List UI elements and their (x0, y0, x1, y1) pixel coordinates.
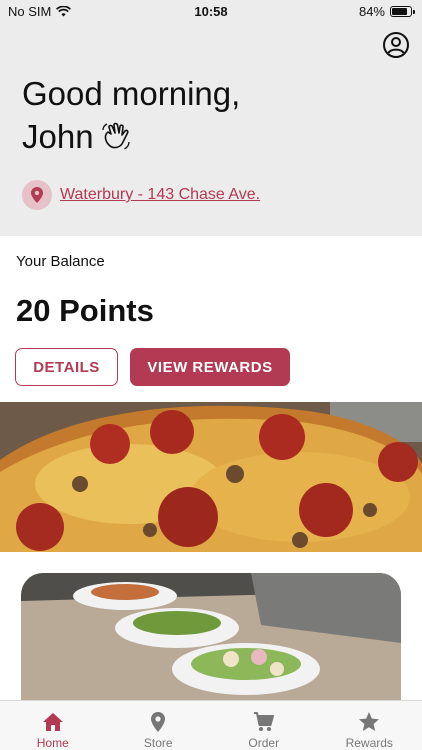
battery-percent: 84% (358, 4, 385, 19)
battery-icon (390, 6, 415, 17)
salads-promo-image[interactable] (21, 573, 401, 713)
location-pin-icon (151, 712, 166, 732)
battery-status: 84% (358, 4, 415, 19)
star-icon (359, 712, 380, 731)
details-button[interactable]: DETAILS (15, 348, 118, 386)
tab-home-label: Home (36, 736, 69, 750)
view-rewards-button[interactable]: VIEW REWARDS (130, 348, 290, 386)
profile-icon[interactable] (382, 31, 410, 59)
store-location-link[interactable]: Waterbury - 143 Chase Ave. (60, 186, 260, 204)
points-balance: 20 Points (16, 293, 154, 328)
battery-level (392, 8, 408, 15)
tab-rewards[interactable]: Rewards (317, 701, 422, 750)
tab-home[interactable]: Home (0, 701, 106, 750)
bottom-tab-bar: Home Store Order Rewards (0, 700, 422, 750)
greeting-username: John (22, 118, 94, 155)
pizza-promo-image[interactable] (0, 402, 422, 552)
balance-label: Your Balance (16, 253, 105, 270)
home-icon (42, 713, 63, 731)
store-location[interactable]: Waterbury - 143 Chase Ave. (22, 180, 260, 210)
header: No SIM 10:58 84% Good morning, John Wate… (0, 0, 422, 236)
tab-rewards-label: Rewards (345, 736, 393, 750)
location-pin-icon (31, 187, 43, 203)
status-bar: No SIM 10:58 84% (0, 0, 422, 24)
tab-store-label: Store (143, 736, 173, 750)
tab-order[interactable]: Order (211, 701, 317, 750)
tab-store[interactable]: Store (106, 701, 212, 750)
salads-illustration (21, 573, 401, 713)
waving-hand-icon (101, 122, 130, 150)
greeting-salutation: Good morning, (22, 75, 241, 112)
location-pin-badge (22, 180, 52, 210)
greeting: Good morning, John (22, 72, 240, 158)
cart-icon (253, 712, 274, 731)
pizza-illustration (0, 402, 422, 552)
tab-order-label: Order (248, 736, 280, 750)
